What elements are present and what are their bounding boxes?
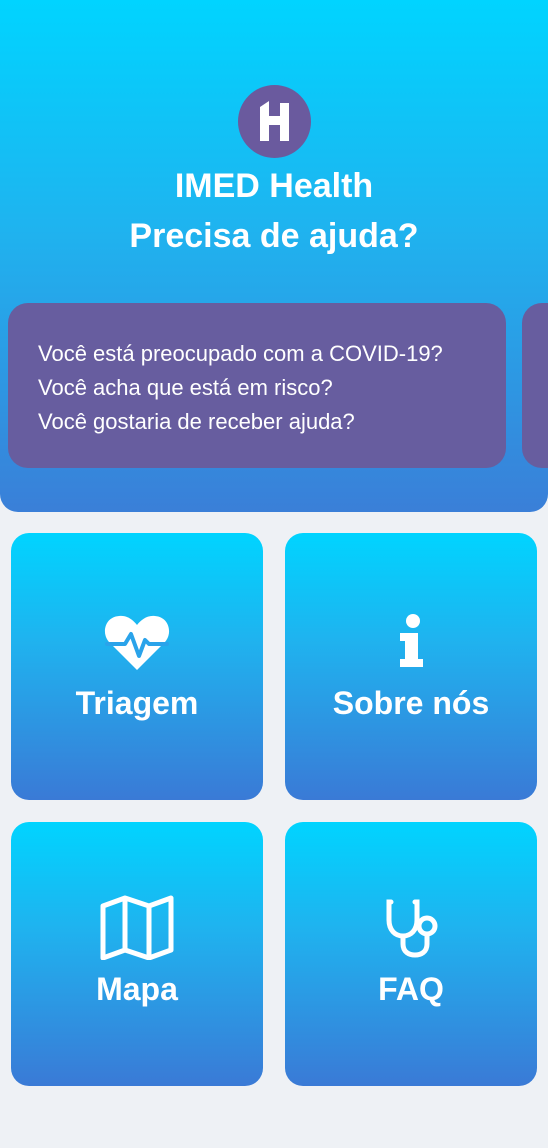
triagem-button[interactable]: Triagem <box>11 533 263 800</box>
map-icon <box>11 894 263 960</box>
carousel-card-text: Você está preocupado com a COVID-19? Voc… <box>38 337 443 439</box>
info-icon <box>285 613 537 669</box>
info-carousel-card[interactable]: Você está preocupado com a COVID-19? Voc… <box>8 303 506 468</box>
sobre-nos-label: Sobre nós <box>332 685 490 721</box>
header: IMED Health Precisa de ajuda? Você está … <box>0 0 548 512</box>
carousel-line: Você gostaria de receber ajuda? <box>38 409 355 434</box>
h-logo-icon <box>260 101 289 141</box>
faq-label: FAQ <box>378 971 444 1007</box>
app-logo <box>238 85 311 158</box>
sobre-nos-button[interactable]: Sobre nós <box>285 533 537 800</box>
carousel-line: Você acha que está em risco? <box>38 375 333 400</box>
mapa-button[interactable]: Mapa <box>11 822 263 1086</box>
triagem-label: Triagem <box>75 685 199 721</box>
carousel-line: Você está preocupado com a COVID-19? <box>38 341 443 366</box>
app-title: IMED Health <box>174 167 374 205</box>
help-question: Precisa de ajuda? <box>129 217 419 255</box>
mapa-label: Mapa <box>96 971 178 1007</box>
stethoscope-icon <box>285 898 537 958</box>
heartbeat-icon <box>11 612 263 672</box>
faq-button[interactable]: FAQ <box>285 822 537 1086</box>
next-carousel-card[interactable] <box>522 303 548 468</box>
